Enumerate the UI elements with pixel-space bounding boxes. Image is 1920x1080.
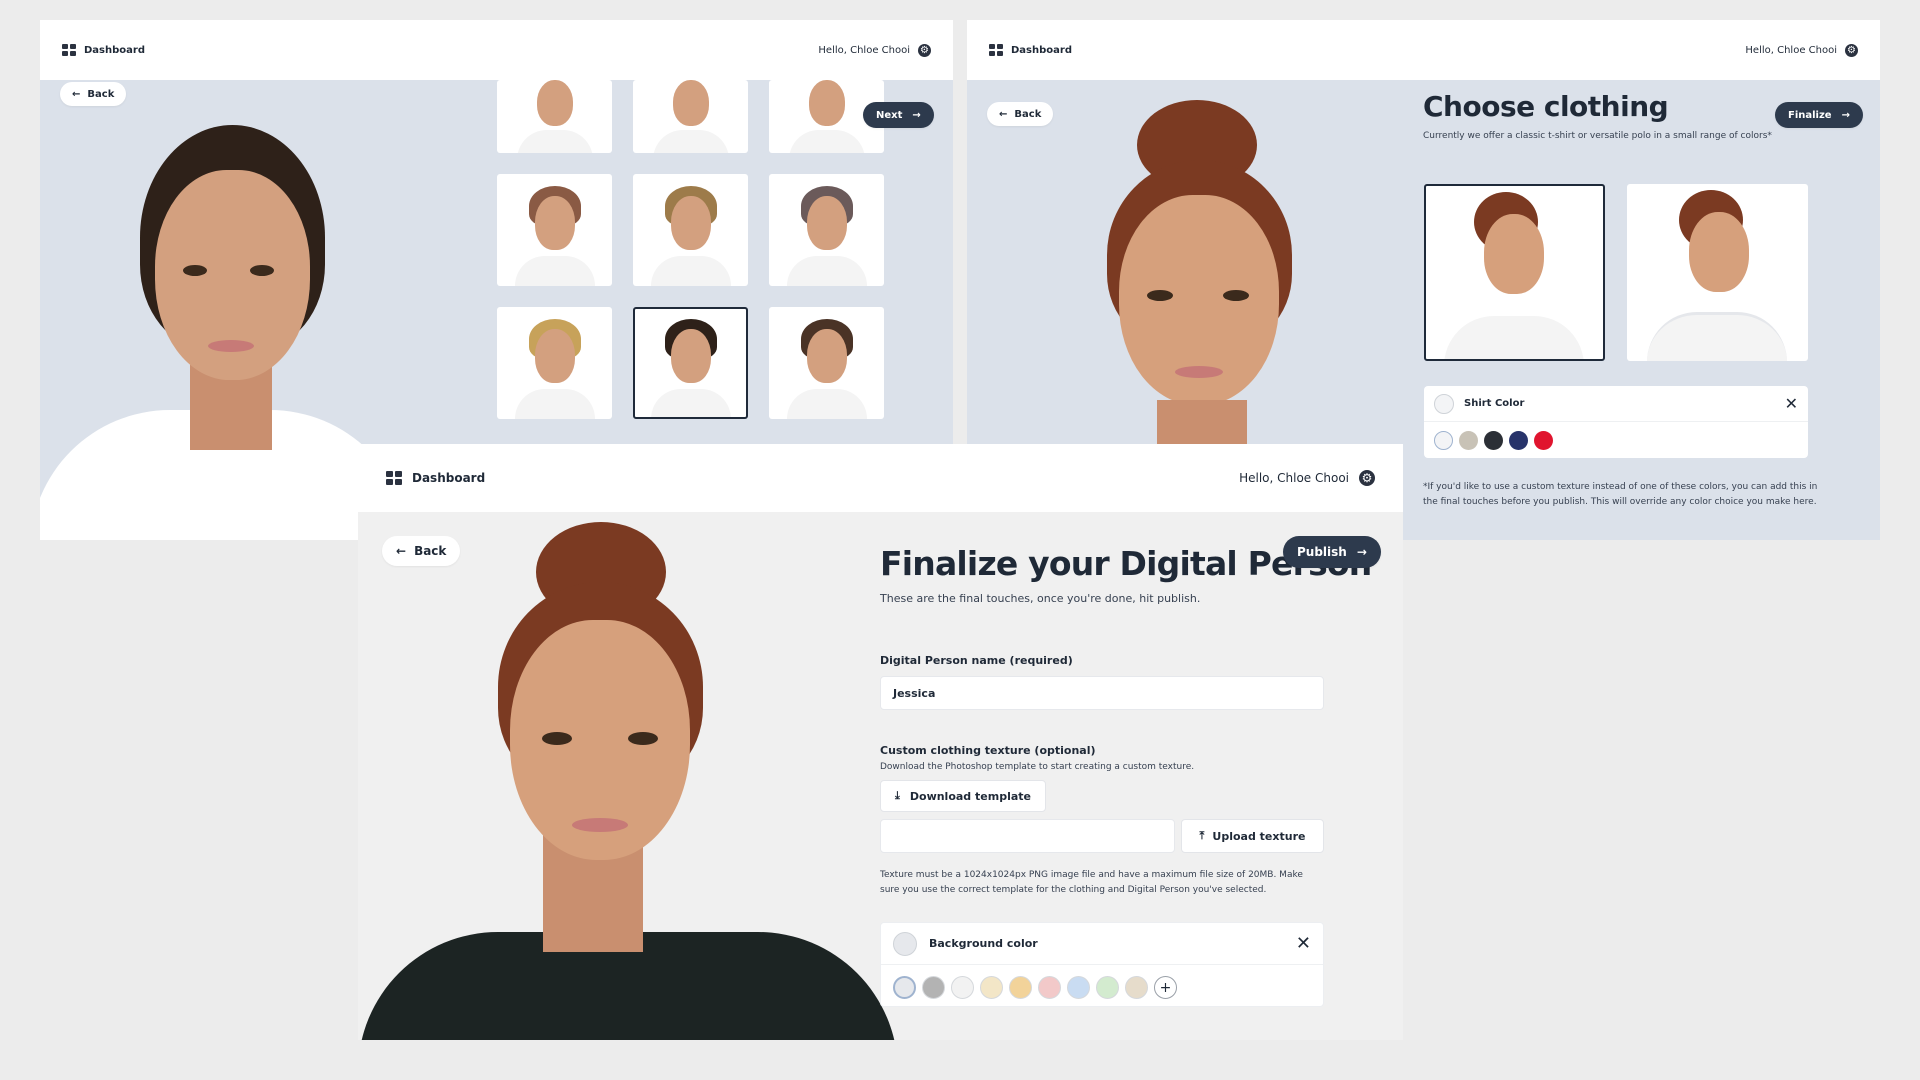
close-icon[interactable]: ✕: [1296, 933, 1311, 954]
hair-option[interactable]: [633, 174, 748, 286]
back-label: Back: [414, 544, 447, 558]
dashboard-icon: [989, 44, 1003, 56]
gear-icon[interactable]: ⚙: [918, 43, 931, 57]
avatar-preview: [358, 512, 898, 1040]
hair-option[interactable]: [769, 174, 884, 286]
bg-color-swatch[interactable]: [1096, 976, 1119, 999]
screen-finalize: Dashboard Hello, Chloe Chooi ⚙ ← Back Fi…: [358, 444, 1403, 1040]
top-bar: Dashboard Hello, Chloe Chooi ⚙: [40, 20, 953, 80]
user-greeting: Hello, Chloe Chooi ⚙: [1745, 43, 1858, 57]
arrow-right-icon: →: [1356, 545, 1367, 559]
arrow-left-icon: ←: [999, 108, 1008, 120]
publish-button[interactable]: Publish →: [1283, 536, 1381, 568]
upload-label: Upload texture: [1212, 829, 1306, 843]
bg-color-swatch[interactable]: [951, 976, 974, 999]
texture-label: Custom clothing texture (optional): [880, 744, 1096, 757]
clothing-option-polo[interactable]: [1627, 184, 1808, 361]
arrow-left-icon: ←: [396, 544, 407, 558]
add-color-button[interactable]: +: [1154, 976, 1177, 999]
gear-icon[interactable]: ⚙: [1359, 470, 1375, 486]
next-label: Next: [876, 109, 903, 121]
shirt-color-swatch[interactable]: [1509, 431, 1528, 450]
upload-texture-button[interactable]: ⤒ Upload texture: [1181, 819, 1324, 853]
finalize-label: Finalize: [1788, 109, 1832, 121]
dashboard-link[interactable]: Dashboard: [62, 44, 145, 56]
download-icon: ⤓: [895, 789, 900, 802]
greeting-text: Hello, Chloe Chooi: [1239, 471, 1349, 485]
bg-color-swatch[interactable]: [1009, 976, 1032, 999]
back-button[interactable]: ← Back: [382, 536, 461, 566]
bg-color-swatch[interactable]: [1067, 976, 1090, 999]
arrow-right-icon: →: [912, 109, 921, 121]
dashboard-link[interactable]: Dashboard: [989, 44, 1072, 56]
dashboard-icon: [386, 471, 402, 485]
top-bar: Dashboard Hello, Chloe Chooi ⚙: [967, 20, 1880, 80]
back-label: Back: [87, 88, 115, 100]
nav-label: Dashboard: [412, 471, 486, 485]
shirt-color-swatch[interactable]: [1459, 431, 1478, 450]
name-input-value: Jessica: [893, 686, 936, 700]
name-field-label: Digital Person name (required): [880, 654, 1073, 667]
texture-help: Download the Photoshop template to start…: [880, 762, 1195, 772]
back-label: Back: [1014, 108, 1042, 120]
finalize-button[interactable]: Finalize →: [1775, 102, 1863, 128]
bg-color-swatch[interactable]: [980, 976, 1003, 999]
texture-file-input[interactable]: [880, 819, 1175, 853]
publish-label: Publish: [1297, 545, 1347, 559]
download-label: Download template: [909, 789, 1031, 803]
back-button[interactable]: ← Back: [60, 82, 127, 106]
gear-icon[interactable]: ⚙: [1845, 43, 1858, 57]
arrow-right-icon: →: [1841, 109, 1850, 121]
greeting-text: Hello, Chloe Chooi: [818, 44, 910, 56]
bg-color-swatch[interactable]: [1125, 976, 1148, 999]
page-title: Choose clothing: [1423, 90, 1669, 123]
shirt-color-panel: Shirt Color ✕: [1424, 386, 1808, 458]
shirt-color-swatch[interactable]: [1534, 431, 1553, 450]
top-bar: Dashboard Hello, Chloe Chooi ⚙: [358, 444, 1403, 512]
page-subtitle: These are the final touches, once you're…: [880, 592, 1201, 605]
hair-option[interactable]: [497, 174, 612, 286]
next-button[interactable]: Next →: [863, 102, 934, 128]
bg-color-label: Background color: [929, 937, 1038, 950]
hair-option-selected[interactable]: [633, 307, 748, 419]
bg-color-swatches: +: [893, 976, 1177, 999]
download-template-button[interactable]: ⤓ Download template: [880, 780, 1046, 812]
nav-label: Dashboard: [84, 44, 145, 56]
arrow-left-icon: ←: [72, 88, 81, 100]
bg-color-swatch[interactable]: [922, 976, 945, 999]
page-subtitle: Currently we offer a classic t-shirt or …: [1423, 131, 1772, 141]
bg-color-swatch[interactable]: [893, 976, 916, 999]
texture-requirements-note: Texture must be a 1024x1024px PNG image …: [880, 870, 1303, 895]
hair-option[interactable]: [497, 307, 612, 419]
plus-icon: +: [1159, 979, 1172, 996]
custom-texture-note: *If you'd like to use a custom texture i…: [1423, 482, 1818, 507]
shirt-color-swatches: [1434, 431, 1553, 450]
upload-icon: ⤒: [1199, 829, 1205, 842]
hair-option[interactable]: [633, 80, 748, 153]
dashboard-link[interactable]: Dashboard: [386, 471, 485, 485]
dashboard-icon: [62, 44, 76, 56]
name-input[interactable]: Jessica: [880, 676, 1324, 710]
shirt-color-swatch[interactable]: [1434, 431, 1453, 450]
selected-color-preview: [1434, 393, 1454, 414]
selected-color-preview: [893, 931, 917, 956]
greeting-text: Hello, Chloe Chooi: [1745, 44, 1837, 56]
background-color-panel: Background color ✕ +: [880, 922, 1324, 1007]
user-greeting: Hello, Chloe Chooi ⚙: [1239, 470, 1375, 486]
back-button[interactable]: ← Back: [987, 102, 1054, 126]
nav-label: Dashboard: [1011, 44, 1072, 56]
shirt-color-swatch[interactable]: [1484, 431, 1503, 450]
clothing-option-tshirt[interactable]: [1424, 184, 1605, 361]
shirt-color-label: Shirt Color: [1464, 398, 1525, 409]
bg-color-swatch[interactable]: [1038, 976, 1061, 999]
close-icon[interactable]: ✕: [1785, 394, 1798, 413]
user-greeting: Hello, Chloe Chooi ⚙: [818, 43, 931, 57]
hair-option[interactable]: [769, 307, 884, 419]
hair-option[interactable]: [497, 80, 612, 153]
